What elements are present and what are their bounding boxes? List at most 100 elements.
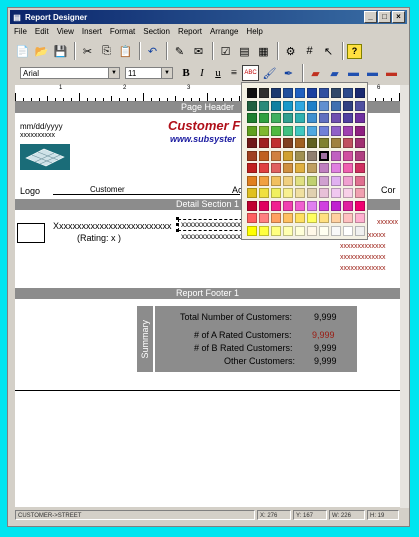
chevron-down-icon[interactable]: ▼ [161, 68, 172, 78]
color-swatch[interactable] [295, 225, 305, 236]
color-swatch[interactable] [247, 150, 257, 161]
right-col-field[interactable]: xxxxxxxxxxxxx [340, 265, 386, 272]
chevron-down-icon[interactable]: ▼ [108, 68, 119, 78]
summary-row-label[interactable]: # of B Rated Customers: [194, 343, 293, 353]
menu-section[interactable]: Section [139, 27, 174, 36]
color-swatch[interactable] [343, 100, 353, 111]
color-swatch[interactable] [259, 225, 269, 236]
color-swatch[interactable] [307, 125, 317, 136]
summary-row-label[interactable]: # of A Rated Customers: [194, 330, 292, 340]
color-swatch[interactable] [271, 125, 281, 136]
color-swatch[interactable] [295, 113, 305, 123]
color-swatch[interactable] [247, 100, 257, 111]
color-swatch[interactable] [343, 188, 353, 198]
logo-image[interactable] [20, 144, 70, 170]
summary-row-label[interactable]: Total Number of Customers: [180, 312, 292, 322]
color-swatch[interactable] [247, 213, 257, 223]
city-field[interactable]: xxxxxxxxxxxxxxxx [181, 232, 245, 241]
color-swatch[interactable] [343, 213, 353, 223]
company-title[interactable]: Customer F [168, 118, 240, 133]
color-swatch[interactable] [271, 200, 281, 211]
color-swatch[interactable] [331, 113, 341, 123]
color-swatch[interactable] [319, 88, 329, 98]
color-swatch[interactable] [331, 150, 341, 161]
color-swatch[interactable] [259, 200, 269, 211]
color-swatch[interactable] [355, 188, 365, 198]
street-field[interactable]: xxxxxxxxxxxxxxxx [181, 220, 245, 229]
color-swatch[interactable] [319, 175, 329, 186]
color-swatch[interactable] [295, 188, 305, 198]
color-swatch[interactable] [355, 138, 365, 148]
color-swatch[interactable] [247, 113, 257, 123]
color-swatch[interactable] [307, 213, 317, 223]
menu-report[interactable]: Report [174, 27, 206, 36]
color-swatch[interactable] [259, 213, 269, 223]
color-swatch[interactable] [331, 200, 341, 211]
color-swatch[interactable] [331, 138, 341, 148]
color-swatch[interactable] [283, 200, 293, 211]
color-swatch[interactable] [331, 225, 341, 236]
minimize-button[interactable]: _ [364, 11, 377, 23]
color-swatch[interactable] [259, 150, 269, 161]
color-swatch[interactable] [283, 113, 293, 123]
color-swatch[interactable] [319, 225, 329, 236]
color-swatch[interactable] [343, 138, 353, 148]
right-col-field[interactable]: xxxxxxxxxxxxx [340, 254, 386, 261]
send-back-icon[interactable]: ▰ [326, 65, 343, 82]
undo-icon[interactable]: ↶ [144, 43, 161, 60]
color-swatch[interactable] [307, 100, 317, 111]
menu-help[interactable]: Help [242, 27, 266, 36]
color-swatch[interactable] [307, 163, 317, 173]
color-swatch[interactable] [355, 163, 365, 173]
color-swatch[interactable] [319, 100, 329, 111]
selection-handle[interactable] [176, 223, 179, 226]
color-swatch[interactable] [319, 138, 329, 148]
preview-icon[interactable]: ▤ [236, 43, 253, 60]
color-swatch[interactable] [319, 150, 329, 161]
font-size-select[interactable]: 11 ▼ [125, 67, 173, 79]
color-swatch[interactable] [247, 138, 257, 148]
color-swatch[interactable] [319, 113, 329, 123]
color-swatch[interactable] [319, 163, 329, 173]
page-setup-icon[interactable]: ⚙ [282, 43, 299, 60]
color-swatch[interactable] [307, 225, 317, 236]
properties-icon[interactable]: ✎ [171, 43, 188, 60]
selection-handle[interactable] [176, 229, 179, 232]
color-swatch[interactable] [283, 213, 293, 223]
help-icon[interactable]: ? [347, 43, 362, 59]
summary-row-value[interactable]: 9,999 [314, 343, 337, 353]
color-swatch[interactable] [259, 125, 269, 136]
color-swatch[interactable] [283, 225, 293, 236]
right-col-field[interactable]: xxxxxxxxxxxxx [340, 243, 386, 250]
ungroup-icon[interactable]: ▬ [364, 65, 381, 82]
country-label[interactable]: Cor [381, 185, 396, 195]
color-swatch[interactable] [307, 138, 317, 148]
paste-icon[interactable]: 📋 [117, 43, 134, 60]
maximize-button[interactable]: □ [378, 11, 391, 23]
right-col-field[interactable]: xxxxxx [377, 219, 398, 226]
color-swatch[interactable] [355, 225, 365, 236]
color-swatch[interactable] [283, 163, 293, 173]
color-swatch[interactable] [343, 175, 353, 186]
website-link[interactable]: www.subsyster [170, 134, 236, 144]
color-swatch[interactable] [355, 175, 365, 186]
underline-button[interactable]: u [210, 66, 226, 80]
header-xx-field[interactable]: xxxxxxxxxx [20, 132, 55, 139]
color-swatch[interactable] [283, 138, 293, 148]
color-swatch[interactable] [343, 200, 353, 211]
color-picker-icon[interactable]: ABC [242, 65, 259, 81]
color-swatch[interactable] [343, 225, 353, 236]
color-swatch[interactable] [331, 100, 341, 111]
menu-file[interactable]: File [10, 27, 31, 36]
report-footer-band[interactable]: Report Footer 1 [15, 288, 400, 299]
color-swatch[interactable] [259, 175, 269, 186]
color-swatch[interactable] [295, 163, 305, 173]
summary-row-value[interactable]: 9,999 [314, 356, 337, 366]
menu-insert[interactable]: Insert [78, 27, 106, 36]
color-swatch[interactable] [295, 150, 305, 161]
color-swatch[interactable] [295, 100, 305, 111]
color-swatch[interactable] [355, 113, 365, 123]
menu-arrange[interactable]: Arrange [206, 27, 242, 36]
color-swatch[interactable] [343, 163, 353, 173]
color-swatch[interactable] [295, 138, 305, 148]
